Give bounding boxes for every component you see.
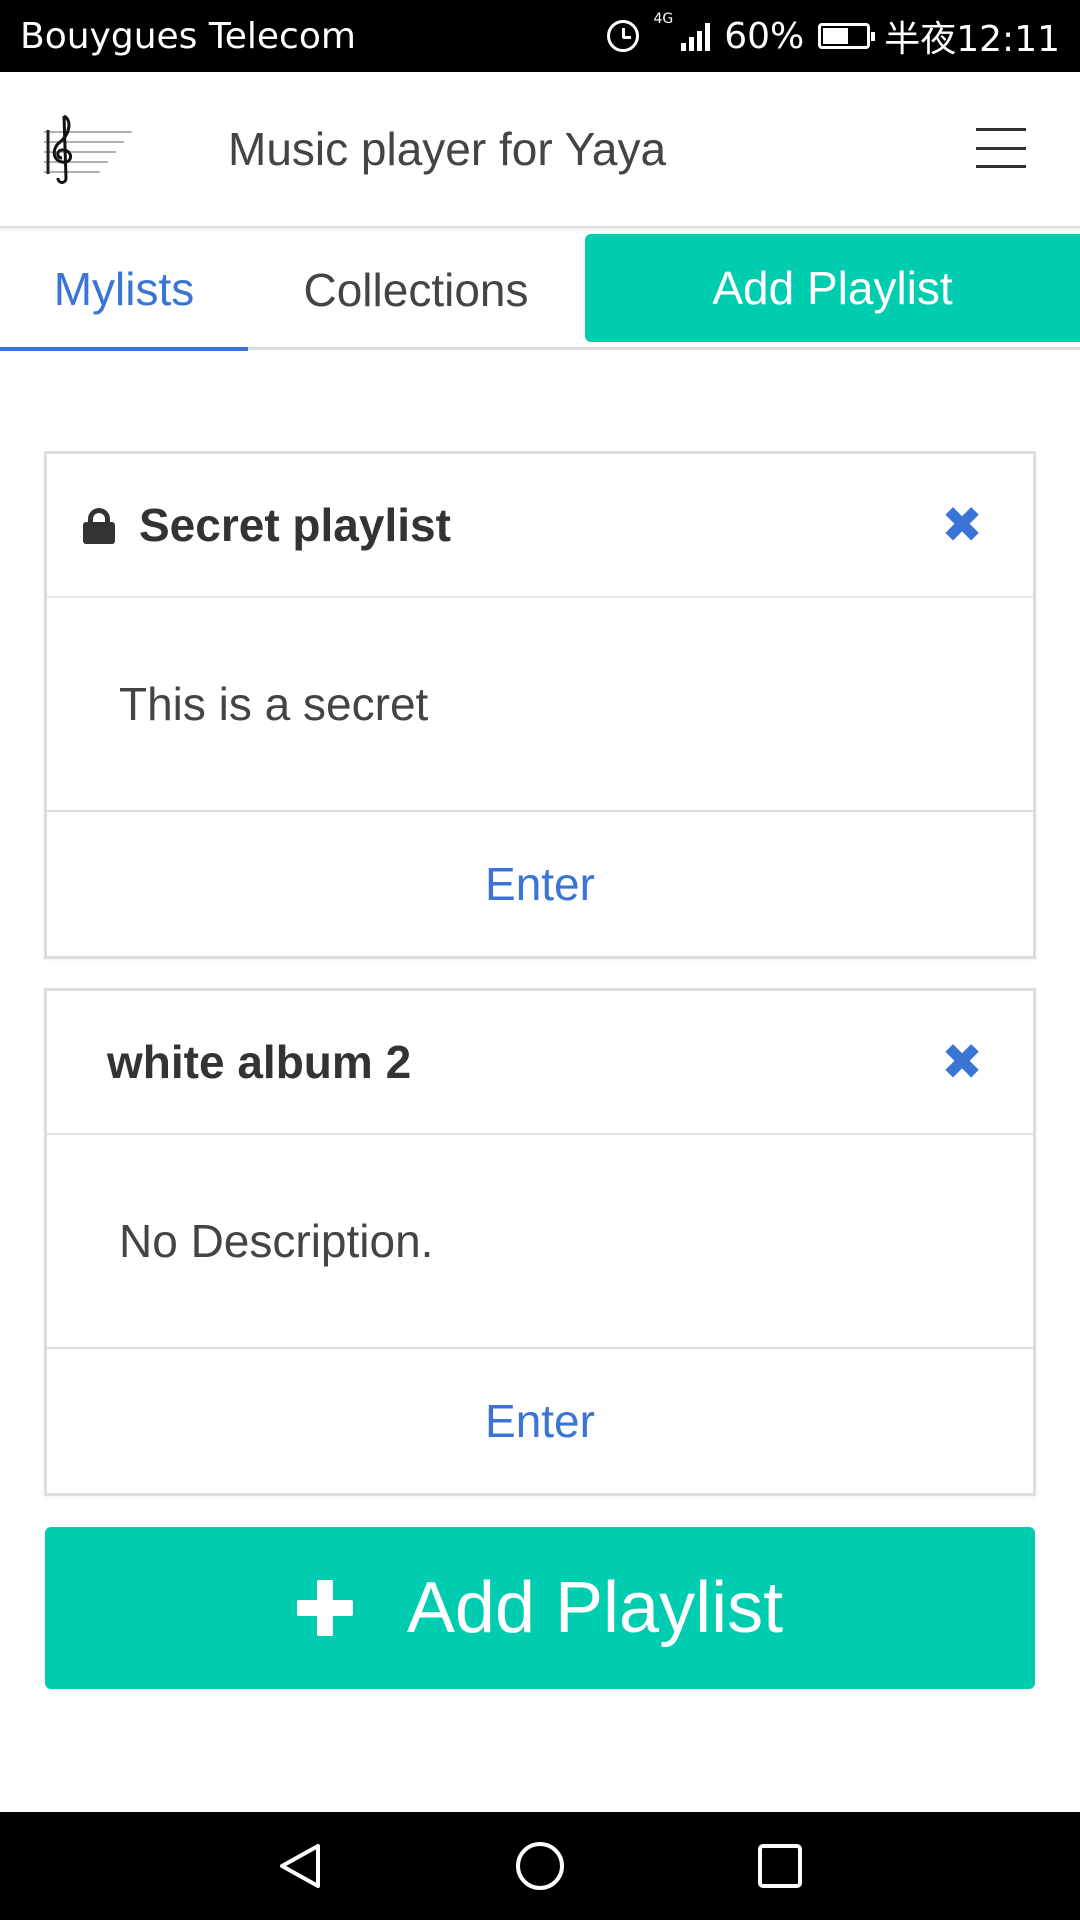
playlist-description: This is a secret [47, 598, 1033, 812]
alarm-icon [607, 20, 640, 52]
add-playlist-tab-button[interactable]: Add Playlist [585, 234, 1080, 342]
add-playlist-label: Add Playlist [406, 1568, 784, 1648]
enter-playlist-link[interactable]: Enter [47, 1349, 1033, 1493]
playlist-title: white album 2 [107, 1036, 412, 1088]
signal-icon [681, 21, 711, 51]
plus-icon [296, 1580, 353, 1636]
app-title: Music player for Yaya [228, 123, 667, 175]
battery-percent: 60% [724, 15, 805, 57]
app-header: Music player for Yaya [0, 72, 1080, 228]
delete-playlist-icon[interactable]: ✖ [941, 1037, 983, 1087]
playlist-card: white album 2 ✖ No Description. Enter [44, 988, 1036, 1496]
treble-clef-icon[interactable] [44, 112, 134, 188]
status-bar: Bouygues Telecom 4G 60% 半夜12:11 [0, 0, 1080, 72]
recent-apps-icon[interactable] [748, 1834, 812, 1898]
card-header: Secret playlist ✖ [47, 454, 1033, 598]
delete-playlist-icon[interactable]: ✖ [941, 500, 983, 550]
tab-bar: Mylists Collections Add Playlist [0, 230, 1080, 351]
add-playlist-button[interactable]: Add Playlist [45, 1527, 1035, 1689]
playlist-description: No Description. [47, 1135, 1033, 1349]
back-icon[interactable] [270, 1834, 334, 1898]
status-icons: 4G 60% 半夜12:11 [607, 10, 1060, 62]
battery-icon [818, 23, 876, 49]
navigation-bar [0, 1812, 1080, 1920]
playlist-title: Secret playlist [139, 499, 451, 551]
home-icon[interactable] [508, 1834, 572, 1898]
card-header: white album 2 ✖ [47, 991, 1033, 1135]
carrier-name: Bouygues Telecom [20, 15, 356, 57]
enter-playlist-link[interactable]: Enter [47, 812, 1033, 956]
lock-icon [83, 508, 115, 544]
network-type: 4G [653, 11, 674, 27]
tab-collections[interactable]: Collections [268, 230, 564, 350]
playlist-card: Secret playlist ✖ This is a secret Enter [44, 451, 1036, 959]
hamburger-menu-icon[interactable] [976, 128, 1026, 168]
clock: 半夜12:11 [884, 19, 1060, 60]
tab-mylists[interactable]: Mylists [0, 230, 248, 351]
